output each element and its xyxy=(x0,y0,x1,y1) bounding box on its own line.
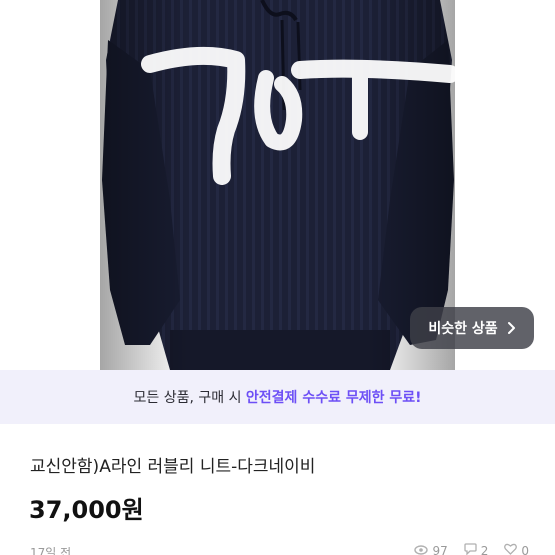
product-stats: 97 2 0 xyxy=(414,543,529,555)
product-image[interactable]: 비슷한 상품 xyxy=(0,0,555,370)
chat-icon xyxy=(464,543,477,555)
safe-payment-banner[interactable]: 모든 상품, 구매 시 안전결제 수수료 무제한 무료! xyxy=(0,370,555,424)
chat-count-value: 2 xyxy=(480,543,489,555)
promo-highlight: 안전결제 수수료 무제한 무료! xyxy=(245,390,422,406)
chat-count: 2 xyxy=(464,543,489,555)
view-count-value: 97 xyxy=(432,543,448,555)
heart-icon xyxy=(504,543,518,555)
product-title: 교신안함)A라인 러블리 니트-다크네이비 xyxy=(30,457,316,477)
similar-products-label: 비슷한 상품 xyxy=(428,321,498,337)
promo-prefix: 모든 상품, 구매 시 xyxy=(133,390,246,406)
similar-products-button[interactable]: 비슷한 상품 xyxy=(410,307,534,349)
chevron-right-icon xyxy=(507,321,516,335)
like-count: 0 xyxy=(504,543,529,555)
view-count: 97 xyxy=(414,543,448,555)
eye-icon xyxy=(414,544,429,555)
like-count-value: 0 xyxy=(521,543,529,555)
product-price: 37,000원 xyxy=(29,496,144,524)
product-meta: 17일 전 97 2 0 xyxy=(0,540,555,555)
posted-time: 17일 전 xyxy=(30,546,72,555)
